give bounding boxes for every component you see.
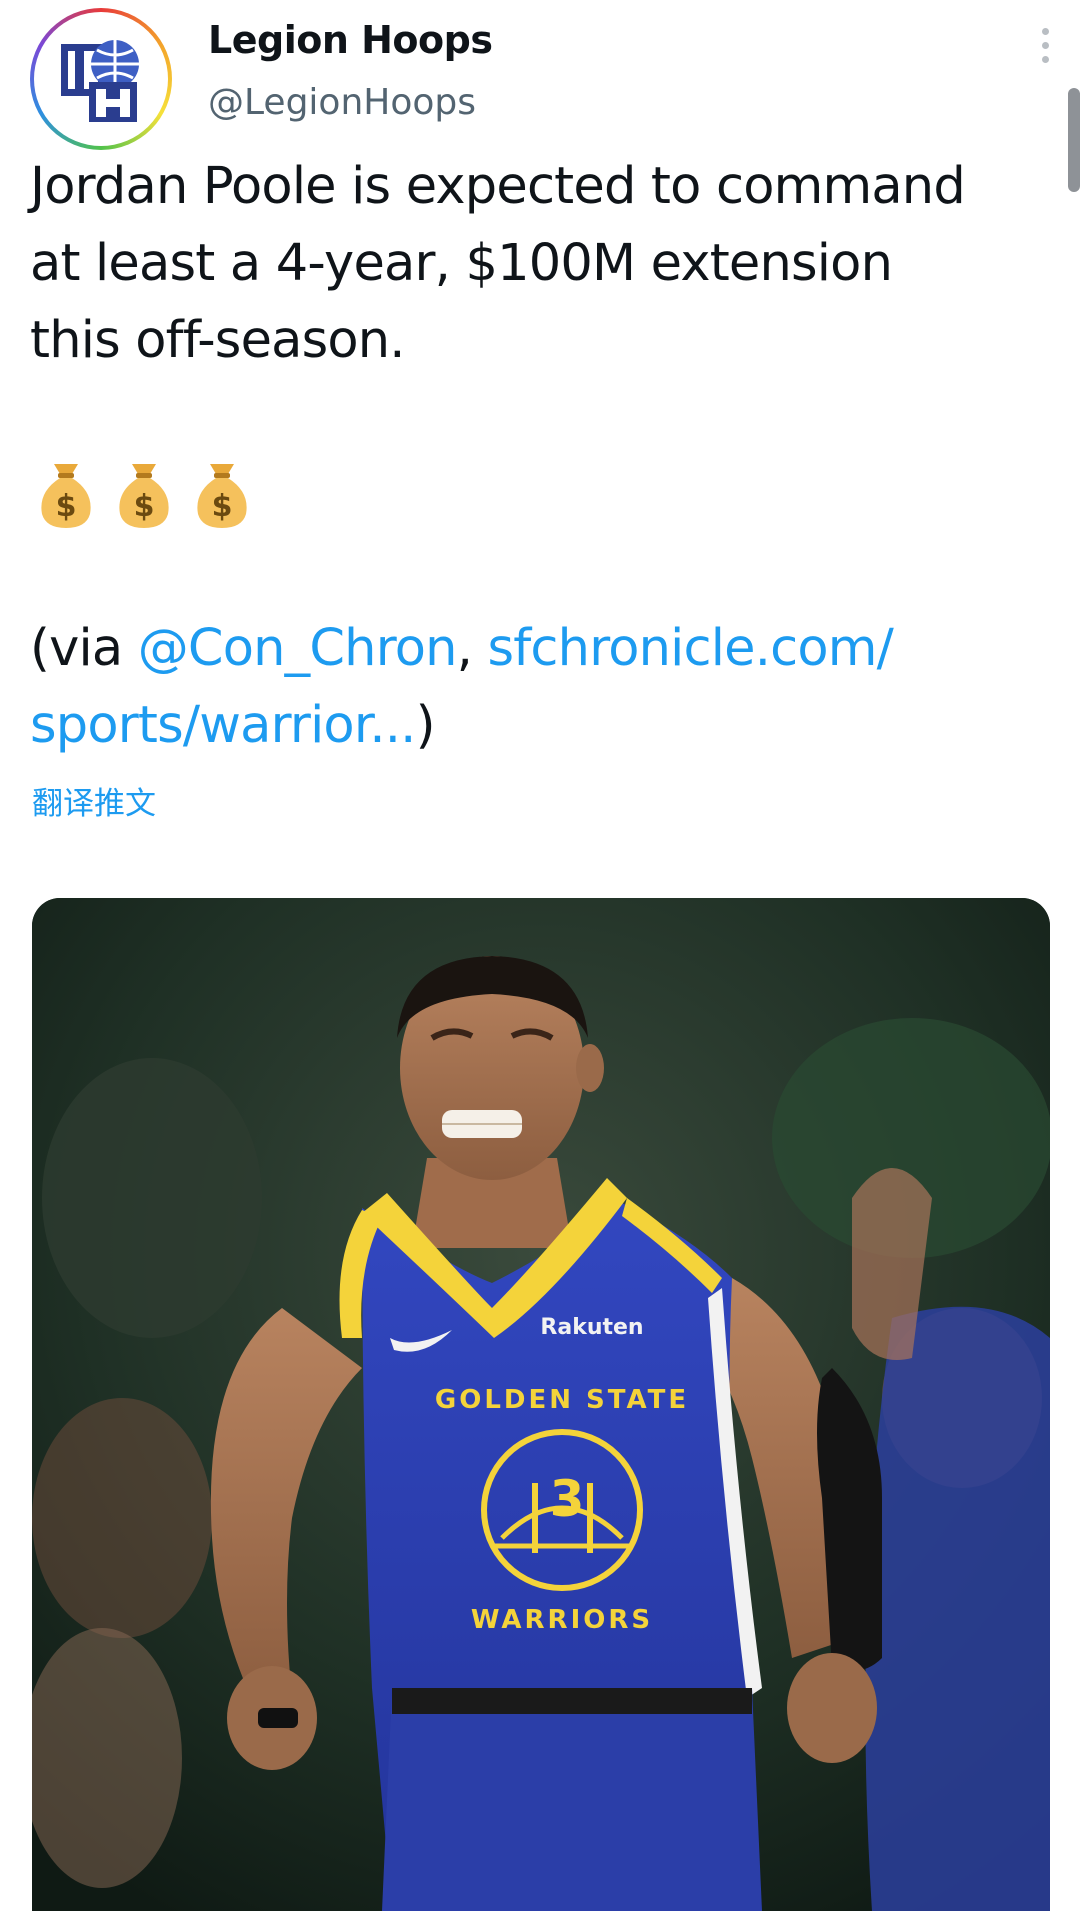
legion-hoops-logo-icon — [61, 40, 139, 122]
author-name[interactable]: Legion Hoops — [208, 18, 493, 62]
jersey-wordmark-bottom: WARRIORS — [471, 1605, 653, 1635]
scrollbar[interactable] — [1068, 88, 1080, 192]
tweet-text-line: this off-season. — [30, 311, 406, 370]
jersey-wordmark-top: GOLDEN STATE — [435, 1385, 689, 1415]
author-handle[interactable]: @LegionHoops — [208, 82, 476, 123]
article-link[interactable]: sfchronicle.com/ — [488, 619, 894, 678]
via-suffix: ) — [415, 696, 436, 755]
via-separator: , — [456, 619, 488, 678]
tweet-source: (via @Con_Chron, sfchronicle.com/sports/… — [30, 610, 1050, 764]
svg-text:$: $ — [134, 489, 155, 524]
via-prefix: (via — [30, 619, 138, 678]
translate-tweet-link[interactable]: 翻译推文 — [32, 778, 156, 823]
article-link-continued[interactable]: sports/warrior... — [30, 696, 416, 755]
svg-text:$: $ — [56, 489, 77, 524]
money-bag-icon: $ — [192, 460, 252, 530]
more-dot-icon — [1042, 42, 1049, 49]
more-dot-icon — [1042, 56, 1049, 63]
jersey-sponsor: Rakuten — [540, 1315, 643, 1340]
jersey-number: 3 — [550, 1470, 585, 1528]
svg-text:$: $ — [212, 489, 233, 524]
money-bag-icon: $ — [36, 460, 96, 530]
more-dot-icon — [1042, 28, 1049, 35]
tweet-text: Jordan Poole is expected to command at l… — [30, 148, 1060, 379]
emoji-row: $ $ $ — [36, 460, 252, 532]
tweet-text-line: Jordan Poole is expected to command — [30, 157, 966, 216]
tweet-text-line: at least a 4-year, $100M extension — [30, 234, 893, 293]
player-photo: 3 GOLDEN STATE WARRIORS Rakuten — [32, 898, 1050, 1911]
tweet-header: Legion Hoops @LegionHoops — [30, 0, 1050, 150]
tweet-photo[interactable]: 3 GOLDEN STATE WARRIORS Rakuten — [32, 898, 1050, 1911]
money-bag-icon: $ — [114, 460, 174, 530]
avatar[interactable] — [30, 8, 172, 150]
more-options-button[interactable] — [1030, 26, 1060, 66]
mention-link[interactable]: @Con_Chron — [138, 619, 458, 678]
